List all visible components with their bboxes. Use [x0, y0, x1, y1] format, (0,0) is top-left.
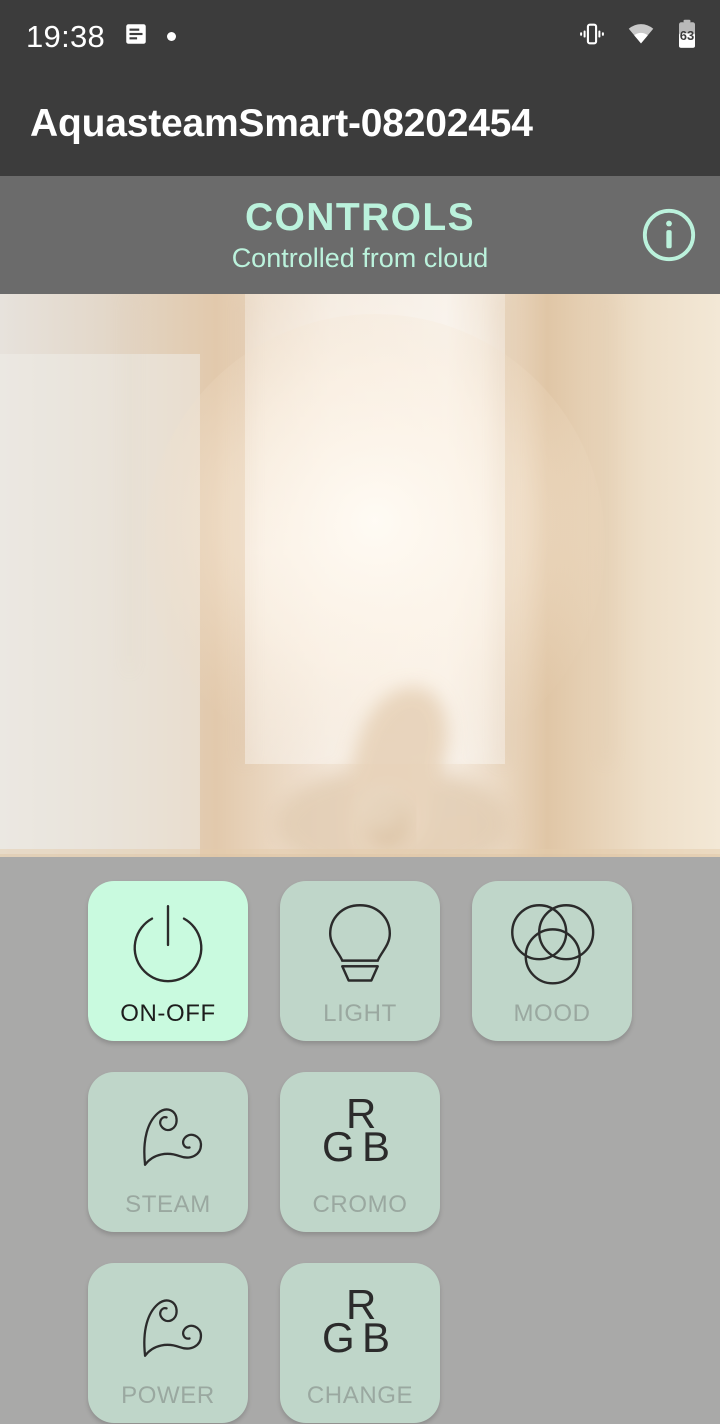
status-bar-right: 63: [578, 19, 698, 54]
status-bar: 19:38 63: [0, 0, 720, 72]
rgb-letter-g: G: [322, 1314, 355, 1361]
info-icon[interactable]: [640, 206, 698, 264]
status-bar-left: 19:38: [26, 18, 177, 54]
control-label: MOOD: [513, 1000, 591, 1027]
steam-icon: [122, 1090, 214, 1182]
controls-grid: ON-OFF LIGHT MOOD STEAM R G B CROMO POWE…: [0, 857, 720, 1424]
control-button-change[interactable]: R G B CHANGE: [280, 1263, 440, 1423]
controls-header-title: CONTROLS: [244, 195, 476, 239]
controls-row-2: STEAM R G B CROMO: [0, 1072, 720, 1232]
controls-row-1: ON-OFF LIGHT MOOD: [0, 881, 720, 1041]
app-root: 19:38 63 AquasteamSmart-08202454 CONTROL…: [0, 0, 720, 1424]
control-button-on-off[interactable]: ON-OFF: [88, 881, 248, 1041]
control-button-steam[interactable]: STEAM: [88, 1072, 248, 1232]
status-clock: 19:38: [26, 18, 106, 54]
control-label: ON-OFF: [120, 1000, 216, 1027]
battery-level-text: 63: [679, 27, 695, 43]
control-label: POWER: [121, 1382, 215, 1409]
rgb-letter-b: B: [362, 1314, 391, 1361]
bulb-icon: [320, 899, 400, 991]
dot-icon: [167, 31, 177, 41]
rgb-icon: R G B: [318, 1090, 402, 1182]
controls-header-subtitle: Controlled from cloud: [231, 242, 489, 273]
steam-icon: [122, 1281, 214, 1373]
control-label: STEAM: [125, 1191, 211, 1218]
control-button-mood[interactable]: MOOD: [472, 881, 632, 1041]
app-title-bar: AquasteamSmart-08202454: [0, 72, 720, 176]
control-label: LIGHT: [323, 1000, 397, 1027]
control-label: CROMO: [312, 1191, 408, 1218]
notification-icon: [123, 21, 149, 52]
steam-room-illustration: [0, 294, 720, 857]
rgb-icon: R G B: [318, 1281, 402, 1373]
control-label: CHANGE: [306, 1382, 414, 1409]
hero-image: [0, 294, 720, 857]
control-button-power[interactable]: POWER: [88, 1263, 248, 1423]
control-button-cromo[interactable]: R G B CROMO: [280, 1072, 440, 1232]
rgb-letter-b: B: [362, 1123, 391, 1170]
wifi-icon: [626, 20, 656, 53]
control-button-light[interactable]: LIGHT: [280, 881, 440, 1041]
battery-icon: 63: [676, 19, 698, 54]
vibrate-icon: [578, 20, 606, 53]
power-icon: [126, 899, 210, 991]
rgb-letter-g: G: [322, 1123, 355, 1170]
venn-icon: [506, 899, 598, 991]
controls-header: CONTROLS Controlled from cloud: [0, 176, 720, 294]
controls-row-3: POWER R G B CHANGE: [0, 1263, 720, 1423]
page-title: AquasteamSmart-08202454: [30, 102, 533, 145]
